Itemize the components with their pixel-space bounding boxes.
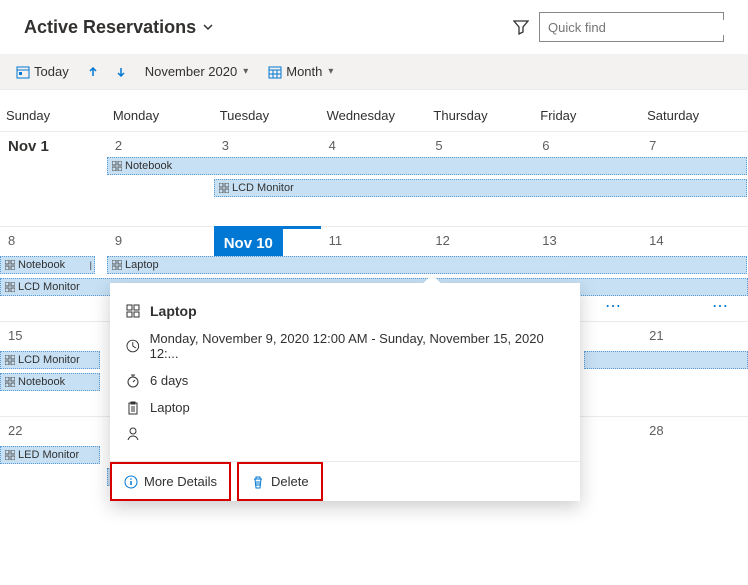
more-details-button[interactable]: More Details — [110, 462, 231, 501]
event-bar-lcd[interactable]: LCD Monitor — [0, 351, 100, 369]
day-header: Wednesday — [321, 90, 428, 131]
grid-icon — [5, 377, 15, 387]
popup-title: Laptop — [150, 303, 197, 319]
search-input[interactable] — [548, 20, 724, 35]
grid-icon — [5, 450, 15, 460]
view-title-text: Active Reservations — [24, 17, 196, 38]
view-label: Month — [286, 64, 322, 79]
grid-icon — [5, 282, 15, 292]
month-label: November 2020 — [145, 64, 238, 79]
trash-icon — [251, 475, 265, 489]
search-box[interactable] — [539, 12, 724, 42]
today-label: Today — [34, 64, 69, 79]
event-bar-notebook[interactable]: Notebook | — [0, 256, 95, 274]
calendar-icon — [16, 65, 30, 79]
day-header: Sunday — [0, 90, 107, 131]
grid-icon — [219, 183, 229, 193]
grid-icon — [5, 260, 15, 270]
day-cell[interactable]: Nov 1 — [0, 131, 107, 226]
filter-icon[interactable] — [513, 19, 529, 35]
event-bar-notebook[interactable]: Notebook — [0, 373, 100, 391]
next-button[interactable] — [111, 66, 131, 78]
more-events[interactable]: ⋯ — [712, 296, 728, 316]
arrow-down-icon — [115, 66, 127, 78]
view-picker[interactable]: Month ▾ — [262, 60, 339, 83]
delete-button[interactable]: Delete — [237, 462, 323, 501]
grid-icon — [112, 260, 122, 270]
chevron-down-icon — [202, 21, 214, 33]
event-bar-lcd[interactable]: LCD Monitor — [214, 179, 747, 197]
today-button[interactable]: Today — [10, 60, 75, 83]
calendar-toolbar: Today November 2020 ▾ Month ▾ — [0, 54, 748, 90]
chevron-down-icon: ▾ — [328, 66, 333, 77]
more-events[interactable]: ⋯ — [605, 296, 621, 316]
person-icon — [126, 427, 140, 441]
delete-label: Delete — [271, 474, 309, 489]
day-cell[interactable]: 2 — [107, 131, 214, 226]
chevron-down-icon: ▾ — [243, 66, 248, 77]
event-bar-led[interactable]: LED Monitor — [0, 446, 100, 464]
info-icon — [124, 475, 138, 489]
prev-button[interactable] — [83, 66, 103, 78]
popup-duration: 6 days — [150, 373, 188, 388]
stopwatch-icon — [126, 374, 140, 388]
more-details-label: More Details — [144, 474, 217, 489]
event-bar-notebook[interactable]: Notebook — [107, 157, 747, 175]
view-title[interactable]: Active Reservations — [24, 17, 214, 38]
event-popup: Laptop Monday, November 9, 2020 12:00 AM… — [110, 283, 580, 501]
calendar-icon — [268, 65, 282, 79]
clipboard-icon — [126, 401, 140, 415]
arrow-up-icon — [87, 66, 99, 78]
day-cell[interactable]: 28 — [641, 416, 748, 511]
popup-resource: Laptop — [150, 400, 190, 415]
grid-icon — [126, 304, 140, 318]
grid-icon — [112, 161, 122, 171]
event-bar[interactable] — [584, 351, 748, 369]
popup-when: Monday, November 9, 2020 12:00 AM - Sund… — [150, 331, 564, 361]
event-bar-laptop[interactable]: Laptop — [107, 256, 747, 274]
clock-icon — [126, 339, 140, 353]
day-header: Monday — [107, 90, 214, 131]
day-headers: Sunday Monday Tuesday Wednesday Thursday… — [0, 90, 748, 131]
day-header: Thursday — [427, 90, 534, 131]
day-header: Tuesday — [214, 90, 321, 131]
day-header: Friday — [534, 90, 641, 131]
month-picker[interactable]: November 2020 ▾ — [139, 60, 255, 83]
day-header: Saturday — [641, 90, 748, 131]
grid-icon — [5, 355, 15, 365]
